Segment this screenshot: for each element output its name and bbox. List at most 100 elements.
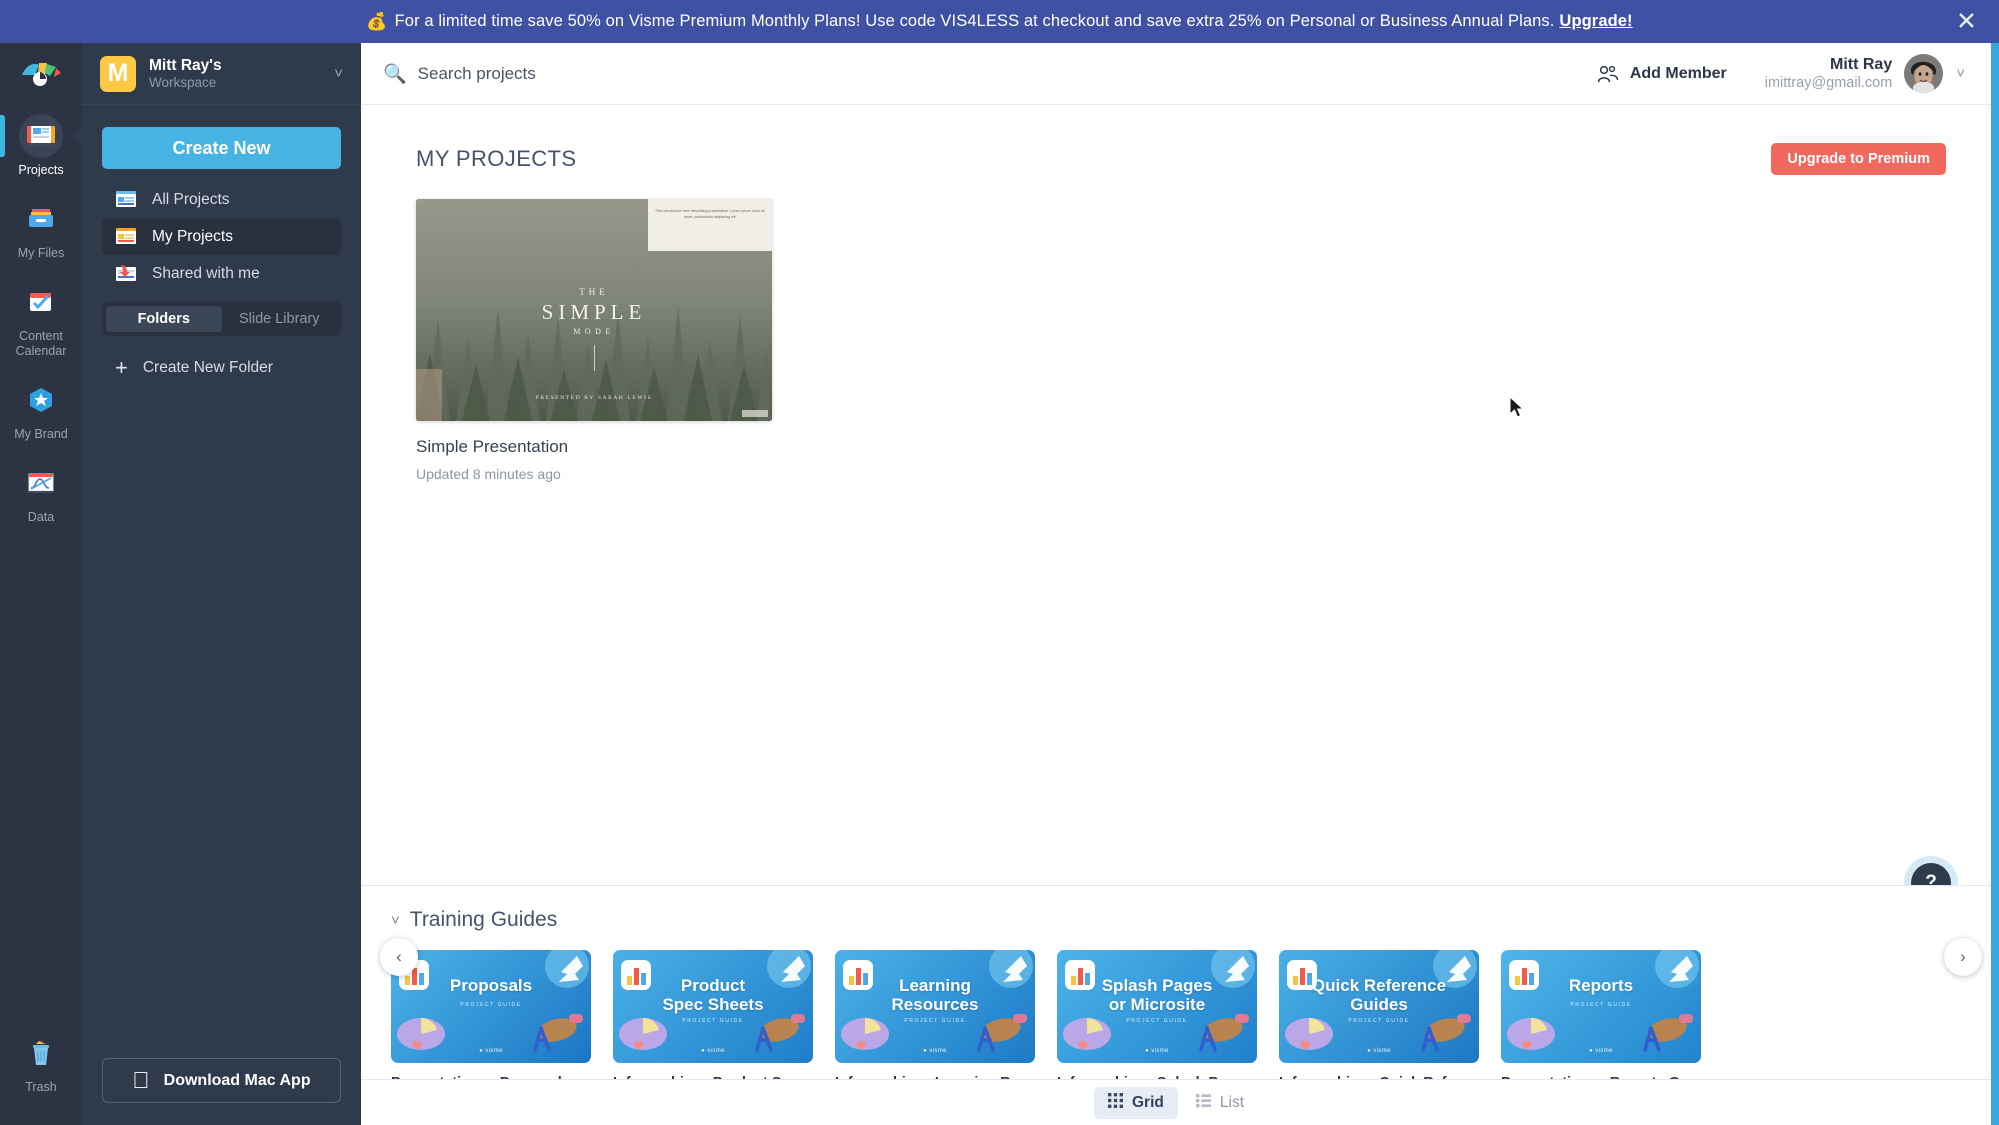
training-guide-thumb-subtitle: PROJECT GUIDE [1348, 1018, 1410, 1024]
projects-icon [19, 114, 63, 158]
view-mode-bar: Grid List [361, 1079, 1991, 1125]
sidebar-item-data[interactable]: Data [0, 452, 82, 535]
training-guide-thumb-title: Quick Reference Guides [1311, 976, 1447, 1014]
training-guides-list[interactable]: ProposalsPROJECT GUIDE● vismePresentatio… [361, 932, 1991, 1091]
list-label: List [1219, 1093, 1244, 1111]
carousel-next-button[interactable]: › [1944, 938, 1982, 976]
right-scroll-strip[interactable] [1991, 43, 1999, 1125]
training-guide-thumbnail[interactable]: Quick Reference Guides PROJECT GUIDE ● vis… [1279, 950, 1479, 1063]
create-new-button[interactable]: Create New [102, 127, 341, 169]
content-calendar-icon [19, 280, 63, 324]
sidebar-item-my-brand[interactable]: My Brand [0, 369, 82, 452]
create-new-folder-button[interactable]: + Create New Folder [102, 354, 341, 382]
sidebar-item-all-projects[interactable]: All Projects [102, 181, 341, 218]
training-guide-thumb-title: Splash Pages or Microsite [1101, 976, 1213, 1014]
sidebar-item-trash[interactable]: Trash [0, 1022, 82, 1105]
data-icon [19, 461, 63, 505]
close-icon[interactable]: ✕ [1956, 9, 1977, 34]
training-guide-card[interactable]: Splash Pages or Microsite PROJECT GUIDE ● … [1057, 950, 1257, 1091]
sidebar-item-shared-with-me[interactable]: Shared with me [102, 255, 341, 292]
visme-watermark: ● visme [1589, 1048, 1613, 1054]
tab-slide-library[interactable]: Slide Library [222, 306, 338, 332]
avatar[interactable] [1904, 54, 1944, 93]
tab-folders[interactable]: Folders [106, 306, 222, 332]
grid-view-toggle[interactable]: Grid [1094, 1086, 1178, 1119]
add-member-button[interactable]: Add Member [1597, 65, 1727, 83]
sidebar-item-label: Trash [25, 1080, 57, 1094]
training-guide-card[interactable]: Learning ResourcesPROJECT GUIDE● vismeIn… [835, 950, 1035, 1091]
training-guide-thumbnail[interactable]: Reports PROJECT GUIDE ● visme [1501, 950, 1701, 1063]
add-member-icon [1597, 65, 1619, 82]
search-projects[interactable]: 🔍 [383, 62, 1597, 86]
grid-icon [1108, 1092, 1123, 1113]
workspace-switcher[interactable]: M Mitt Ray's Workspace ˅ [82, 43, 361, 105]
all-projects-icon [115, 190, 137, 210]
training-guide-thumb-title: Reports [1568, 976, 1634, 995]
sidebar-item-my-projects[interactable]: My Projects [102, 218, 341, 255]
chevron-down-icon[interactable]: ˅ [334, 65, 343, 82]
thumbnail-note: Few introduction here describing present… [655, 209, 765, 219]
training-guide-thumbnail[interactable]: Proposals PROJECT GUIDE ● visme [391, 950, 591, 1063]
create-new-folder-label: Create New Folder [142, 359, 273, 376]
projects-content: MY PROJECTS Upgrade to Premium Few intro… [361, 105, 1991, 903]
thumbnail-presenter: PRESENTED BY SARAH LEWIS [535, 395, 653, 401]
project-updated: Updated 8 minutes ago [416, 466, 561, 482]
training-guide-card[interactable]: Quick Reference Guides PROJECT GUIDE ● vis… [1279, 950, 1479, 1091]
workspace-subtitle: Workspace [149, 75, 217, 90]
sidebar-item-label: My Files [17, 246, 65, 260]
training-guide-thumb-title: Product Spec Sheets [662, 976, 764, 1014]
download-mac-app-label: Download Mac App [155, 1071, 311, 1089]
sidebar-item-content-calendar[interactable]: Content Calendar [0, 271, 82, 369]
chevron-down-icon[interactable]: ˅ [391, 912, 400, 929]
training-guide-card[interactable]: Product Spec SheetsPROJECT GUIDE● vismeI… [613, 950, 813, 1091]
workspace-name: Mitt Ray's [149, 57, 222, 74]
training-guide-card[interactable]: ReportsPROJECT GUIDE● vismePresentations… [1501, 950, 1701, 1091]
project-grid: Few introduction here describing present… [361, 175, 1991, 482]
training-guide-thumbnail[interactable]: Learning Resources PROJECT GUIDE ● visme [835, 950, 1035, 1063]
visme-watermark: ● visme [479, 1048, 503, 1054]
promo-upgrade-link[interactable]: Upgrade! [1559, 12, 1632, 31]
sidebar-item-label: Content Calendar [15, 329, 67, 358]
training-guide-thumb-subtitle: PROJECT GUIDE [1570, 1002, 1632, 1008]
money-bag-icon: 💰 [366, 11, 388, 31]
visme-watermark: ● visme [701, 1048, 725, 1054]
project-card[interactable]: Few introduction here describing present… [416, 199, 772, 482]
user-menu[interactable]: Mitt Ray imittray@gmail.com ˅ [1765, 54, 1965, 93]
project-thumbnail[interactable]: Few introduction here describing present… [416, 199, 772, 421]
training-guide-thumbnail[interactable]: Product Spec Sheets PROJECT GUIDE ● visme [613, 950, 813, 1063]
sidebar-item-label: My Brand [14, 427, 68, 441]
training-guide-thumb-subtitle: PROJECT GUIDE [1126, 1018, 1188, 1024]
sidebar-item-my-files[interactable]: My Files [0, 188, 82, 271]
visme-watermark: ● visme [1145, 1048, 1169, 1054]
training-guide-thumbnail[interactable]: Splash Pages or Microsite PROJECT GUIDE ● … [1057, 950, 1257, 1063]
training-guide-thumb-subtitle: PROJECT GUIDE [460, 1002, 522, 1008]
visme-logo-icon[interactable] [0, 43, 82, 105]
plus-icon: + [115, 355, 128, 380]
thumbnail-line3: MODE [573, 327, 615, 336]
sidebar-item-label: All Projects [152, 190, 230, 208]
grid-label: Grid [1132, 1093, 1164, 1111]
sidebar-item-projects[interactable]: Projects [0, 105, 82, 188]
search-icon: 🔍 [383, 63, 407, 85]
training-guide-thumb-subtitle: PROJECT GUIDE [904, 1018, 966, 1024]
trash-icon [19, 1031, 63, 1075]
promo-banner: 💰 For a limited time save 50% on Visme P… [0, 0, 1999, 43]
search-input[interactable] [417, 63, 838, 84]
promo-text: For a limited time save 50% on Visme Pre… [394, 12, 1555, 30]
add-member-label: Add Member [1629, 64, 1727, 82]
upgrade-to-premium-button[interactable]: Upgrade to Premium [1771, 143, 1946, 175]
download-mac-app-button[interactable]:  Download Mac App [102, 1058, 341, 1103]
training-guide-thumb-title: Proposals [449, 976, 533, 995]
project-title: Simple Presentation [416, 437, 569, 456]
sidebar-item-label: Data [27, 510, 55, 524]
sidebar-item-label: Projects [18, 163, 64, 177]
chevron-down-icon[interactable]: ˅ [1956, 65, 1965, 82]
carousel-prev-button[interactable]: ‹ [380, 938, 418, 976]
training-guides-title: Training Guides [409, 908, 558, 931]
list-view-toggle[interactable]: List [1182, 1087, 1258, 1119]
thumbnail-line1: THE [579, 287, 609, 297]
training-guide-card[interactable]: ProposalsPROJECT GUIDE● vismePresentatio… [391, 950, 591, 1091]
page-title: MY PROJECTS [416, 146, 577, 171]
user-email: imittray@gmail.com [1764, 75, 1893, 91]
my-projects-icon [115, 227, 137, 247]
